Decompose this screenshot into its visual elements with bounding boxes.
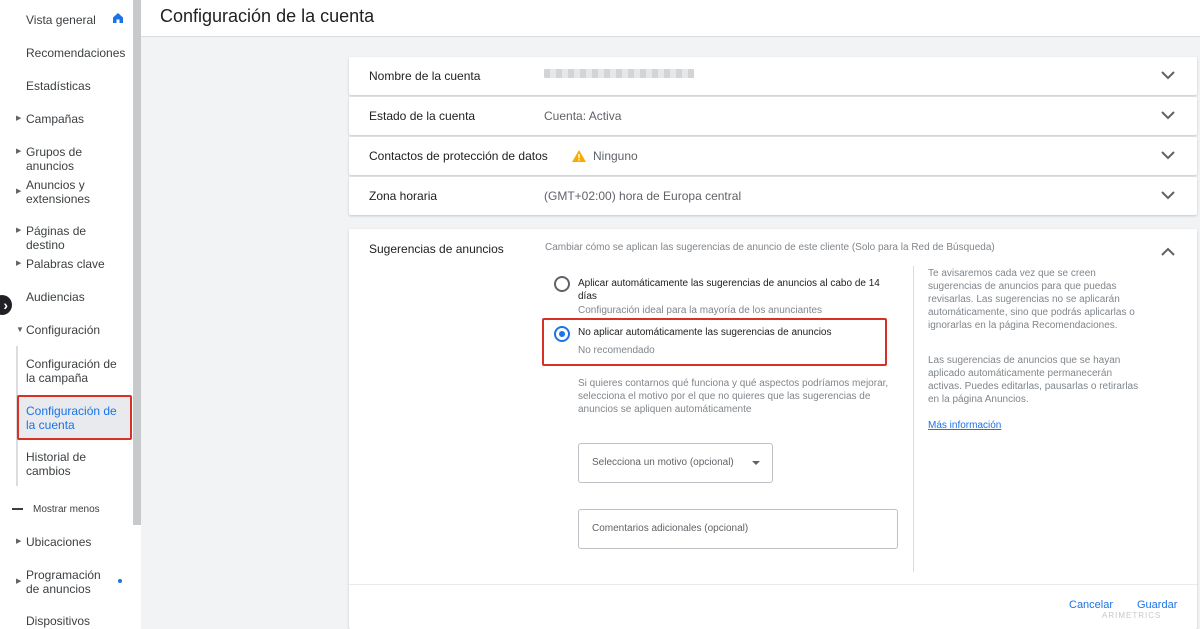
expand-triangle-icon: ▶ [16, 188, 22, 195]
chevron-down-icon[interactable] [1161, 150, 1175, 160]
sidebar-item-label: Configuración de la campaña [26, 357, 117, 385]
page-title: Configuración de la cuenta [160, 6, 375, 26]
sidebar-item-label: Grupos de anuncios [26, 145, 83, 173]
expand-triangle-icon: ▶ [16, 115, 22, 122]
cancel-button[interactable]: Cancelar [1069, 599, 1113, 611]
sidebar-item-label: Recomendaciones [26, 46, 126, 60]
expand-triangle-icon: ▶ [16, 148, 22, 155]
row-label: Nombre de la cuenta [369, 69, 481, 83]
time-zone-row[interactable]: Zona horaria (GMT+02:00) hora de Europa … [349, 177, 1197, 215]
sidebar-item-label: Vista general [26, 13, 96, 27]
row-label: Zona horaria [369, 189, 438, 203]
row-value: Ninguno [572, 149, 638, 163]
sidebar-scrollbar[interactable] [133, 0, 141, 525]
sidebar-item-label: Páginas de destino [26, 224, 87, 252]
sidebar-item-label: Campañas [26, 112, 85, 126]
watermark: ARIMETRICS [1102, 611, 1162, 620]
data-protection-contacts-row[interactable]: Contactos de protección de datos Ninguno [349, 137, 1197, 175]
sidebar: Vista general Recomendaciones Estadístic… [0, 0, 141, 629]
auto-apply-label[interactable]: Aplicar automáticamente las sugerencias … [578, 277, 893, 303]
account-status-row[interactable]: Estado de la cuenta Cuenta: Activa [349, 97, 1197, 135]
expand-triangle-icon: ▶ [16, 538, 22, 545]
minus-icon [12, 508, 23, 510]
row-label: Contactos de protección de datos [369, 149, 548, 163]
help-text-1: Te avisaremos cada vez que se creen suge… [928, 268, 1135, 331]
dropdown-arrow-icon [752, 461, 760, 465]
chevron-down-icon[interactable] [1161, 190, 1175, 200]
page-header: Configuración de la cuenta [141, 0, 1200, 37]
panel-description: Cambiar cómo se aplican las sugerencias … [545, 242, 995, 253]
warning-icon [572, 150, 586, 162]
auto-apply-sublabel: Configuración ideal para la mayoría de l… [578, 305, 823, 316]
redacted-value [544, 69, 694, 78]
comments-placeholder: Comentarios adicionales (opcional) [592, 523, 749, 534]
sidebar-item-label: Audiencias [26, 290, 85, 304]
row-label: Estado de la cuenta [369, 109, 476, 123]
expand-triangle-icon: ▶ [16, 227, 22, 234]
row-value: (GMT+02:00) hora de Europa central [544, 189, 742, 203]
footer-divider [349, 584, 1197, 585]
sidebar-item-label: Estadísticas [26, 79, 91, 93]
panel-title: Sugerencias de anuncios [369, 242, 504, 256]
chevron-up-icon[interactable] [1161, 247, 1175, 257]
sidebar-item-label: Dispositivos [26, 614, 91, 628]
more-info-link[interactable]: Más información [928, 420, 1001, 431]
expand-triangle-icon: ▶ [16, 260, 22, 267]
show-less-label: Mostrar menos [33, 504, 100, 515]
no-auto-apply-label[interactable]: No aplicar automáticamente las sugerenci… [578, 326, 878, 339]
comments-input[interactable]: Comentarios adicionales (opcional) [578, 509, 898, 549]
chevron-down-icon[interactable] [1161, 70, 1175, 80]
collapse-triangle-icon: ▼ [16, 325, 24, 334]
no-auto-apply-radio[interactable] [554, 326, 570, 342]
expand-triangle-icon: ▶ [16, 578, 22, 585]
notification-dot [118, 579, 122, 583]
no-auto-apply-sublabel: No recomendado [578, 345, 655, 356]
sidebar-item-label: Ubicaciones [26, 535, 92, 549]
sidebar-item-label: Configuración de la cuenta [26, 404, 117, 432]
account-name-row[interactable]: Nombre de la cuenta [349, 57, 1197, 95]
save-button[interactable]: Guardar [1137, 599, 1177, 611]
row-value-text: Ninguno [593, 149, 638, 163]
chevron-right-icon: › [3, 297, 8, 313]
feedback-hint: Si quieres contarnos qué funciona y qué … [578, 378, 889, 415]
vertical-divider [913, 266, 914, 572]
ad-suggestions-panel: Sugerencias de anuncios Cambiar cómo se … [349, 229, 1197, 629]
reason-select-text: Selecciona un motivo (opcional) [592, 457, 734, 468]
sidebar-item-label: Configuración [26, 323, 101, 337]
help-text-2: Las sugerencias de anuncios que se hayan… [928, 355, 1139, 405]
chevron-down-icon[interactable] [1161, 110, 1175, 120]
sidebar-item-label: Anuncios y extensiones [26, 178, 91, 206]
reason-select[interactable]: Selecciona un motivo (opcional) [578, 443, 773, 483]
sidebar-item-label: Programación de anuncios [26, 568, 101, 596]
sidebar-item-label: Palabras clave [26, 257, 105, 271]
home-icon [113, 13, 123, 23]
auto-apply-radio[interactable] [554, 276, 570, 292]
row-value: Cuenta: Activa [544, 109, 622, 123]
row-value [544, 69, 694, 78]
sidebar-item-label: Historial de cambios [26, 450, 87, 478]
